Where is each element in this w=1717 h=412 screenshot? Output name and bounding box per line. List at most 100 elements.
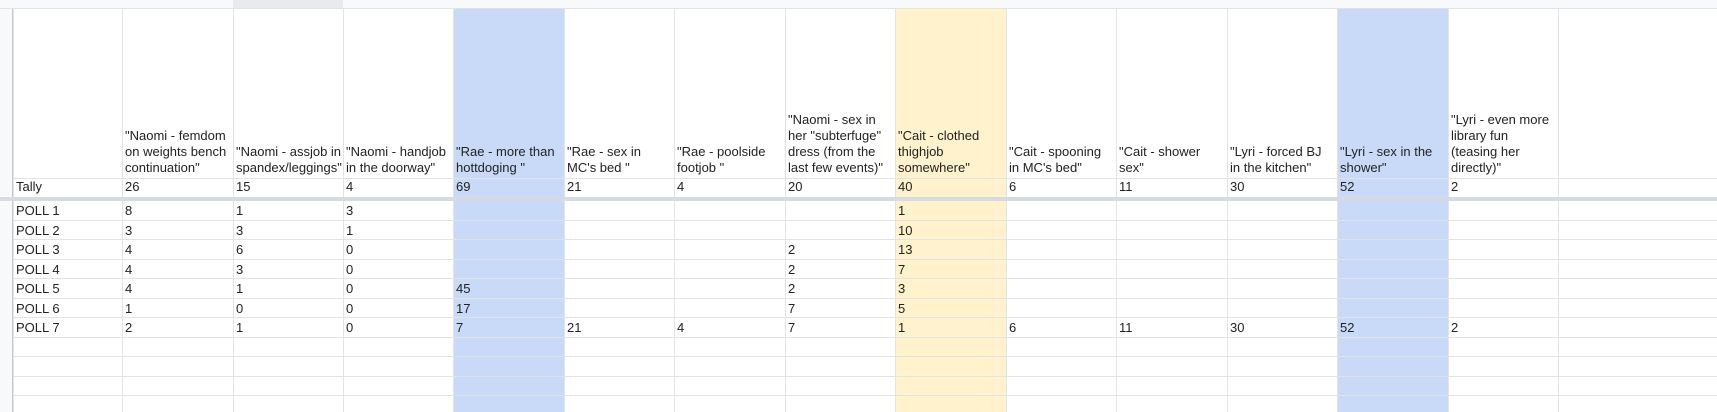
header-cell[interactable]: "Naomi - handjob in the doorway" [343,9,453,178]
poll-cell[interactable]: 1 [895,318,1006,338]
poll-cell[interactable] [674,240,785,260]
poll-cell[interactable] [1337,260,1448,280]
tally-cell[interactable]: 30 [1227,179,1337,197]
poll-cell[interactable] [564,201,674,221]
poll-row-label[interactable]: POLL 3 [13,240,122,260]
poll-cell[interactable]: 7 [453,318,564,338]
poll-cell[interactable]: 0 [233,299,343,319]
poll-row-label[interactable]: POLL 1 [13,201,122,221]
poll-cell[interactable] [1227,201,1337,221]
poll-cell[interactable] [1227,260,1337,280]
poll-cell[interactable] [1227,299,1337,319]
header-cell[interactable]: "Cait - spooning in MC's bed" [1006,9,1116,178]
poll-cell[interactable]: 7 [785,318,895,338]
tally-cell[interactable]: 26 [122,179,233,197]
column-header-bar[interactable] [0,0,1717,9]
header-cell[interactable]: "Rae - poolside footjob " [674,9,785,178]
tally-cell[interactable]: 4 [343,179,453,197]
poll-row-label[interactable]: POLL 2 [13,221,122,241]
poll-cell[interactable] [453,221,564,241]
poll-cell[interactable] [1448,260,1558,280]
poll-cell[interactable] [1337,299,1448,319]
row-header-strip-lower[interactable] [0,201,13,412]
poll-cell[interactable]: 13 [895,240,1006,260]
poll-cell[interactable]: 1 [233,201,343,221]
poll-row-label[interactable]: POLL 5 [13,279,122,299]
tally-cell[interactable]: 11 [1116,179,1227,197]
tally-cell[interactable]: 69 [453,179,564,197]
header-cell[interactable]: "Rae - sex in MC's bed " [564,9,674,178]
header-cell[interactable]: "Lyri - even more library fun (teasing h… [1448,9,1558,178]
poll-row-label[interactable]: POLL 4 [13,260,122,280]
poll-cell[interactable]: 2 [785,279,895,299]
poll-cell[interactable]: 2 [1448,318,1558,338]
tally-cell[interactable]: 4 [674,179,785,197]
tally-label[interactable]: Tally [13,179,122,197]
poll-cell[interactable] [1006,201,1116,221]
poll-cell[interactable] [1337,201,1448,221]
poll-cell[interactable]: 4 [122,240,233,260]
poll-cell[interactable] [1227,279,1337,299]
poll-cell[interactable] [674,221,785,241]
poll-cell[interactable]: 17 [453,299,564,319]
poll-cell[interactable] [1337,221,1448,241]
poll-cell[interactable]: 0 [343,240,453,260]
poll-cell[interactable]: 5 [895,299,1006,319]
poll-cell[interactable] [1448,240,1558,260]
poll-cell[interactable] [1006,221,1116,241]
poll-cell[interactable]: 1 [233,318,343,338]
poll-cell[interactable] [564,221,674,241]
poll-cell[interactable] [1448,201,1558,221]
poll-cell[interactable]: 52 [1337,318,1448,338]
poll-cell[interactable]: 1 [122,299,233,319]
poll-cell[interactable] [1448,299,1558,319]
poll-cell[interactable]: 2 [785,260,895,280]
tally-cell[interactable]: 40 [895,179,1006,197]
poll-row-label[interactable]: POLL 6 [13,299,122,319]
header-cell[interactable]: "Rae - more than hottdoging " [453,9,564,178]
poll-cell[interactable]: 11 [1116,318,1227,338]
poll-cell[interactable] [1448,221,1558,241]
header-cell[interactable]: "Lyri - forced BJ in the kitchen" [1227,9,1337,178]
tally-cell[interactable]: 15 [233,179,343,197]
poll-cell[interactable]: 1 [233,279,343,299]
poll-cell[interactable] [564,279,674,299]
poll-cell[interactable]: 10 [895,221,1006,241]
poll-cell[interactable] [453,260,564,280]
poll-cell[interactable] [1116,240,1227,260]
poll-cell[interactable]: 3 [343,201,453,221]
poll-cell[interactable] [1116,260,1227,280]
header-cell[interactable]: "Naomi - assjob in spandex/leggings" [233,9,343,178]
poll-cell[interactable] [564,299,674,319]
header-cell[interactable] [13,9,122,178]
poll-cell[interactable] [1116,279,1227,299]
poll-cell[interactable] [785,201,895,221]
poll-cell[interactable]: 3 [233,221,343,241]
poll-cell[interactable]: 0 [343,260,453,280]
row-header-strip[interactable] [0,9,13,197]
poll-cell[interactable] [1116,299,1227,319]
header-cell[interactable]: "Lyri - sex in the shower" [1337,9,1448,178]
poll-cell[interactable]: 6 [233,240,343,260]
poll-cell[interactable] [453,240,564,260]
poll-cell[interactable]: 6 [1006,318,1116,338]
poll-cell[interactable]: 0 [343,318,453,338]
tally-cell[interactable]: 20 [785,179,895,197]
poll-cell[interactable]: 0 [343,279,453,299]
poll-cell[interactable] [453,201,564,221]
spreadsheet-grid[interactable]: "Naomi - femdom on weights bench continu… [0,0,1717,412]
poll-cell[interactable]: 3 [233,260,343,280]
tally-cell[interactable]: 6 [1006,179,1116,197]
poll-cell[interactable] [1337,240,1448,260]
poll-cell[interactable]: 1 [343,221,453,241]
poll-cell[interactable] [564,260,674,280]
poll-cell[interactable] [1227,240,1337,260]
poll-cell[interactable]: 3 [122,221,233,241]
poll-cell[interactable]: 2 [122,318,233,338]
poll-cell[interactable] [674,279,785,299]
poll-cell[interactable]: 45 [453,279,564,299]
poll-cell[interactable] [1006,299,1116,319]
poll-cell[interactable]: 30 [1227,318,1337,338]
poll-cell[interactable] [1006,260,1116,280]
header-cell[interactable]: "Cait - shower sex" [1116,9,1227,178]
